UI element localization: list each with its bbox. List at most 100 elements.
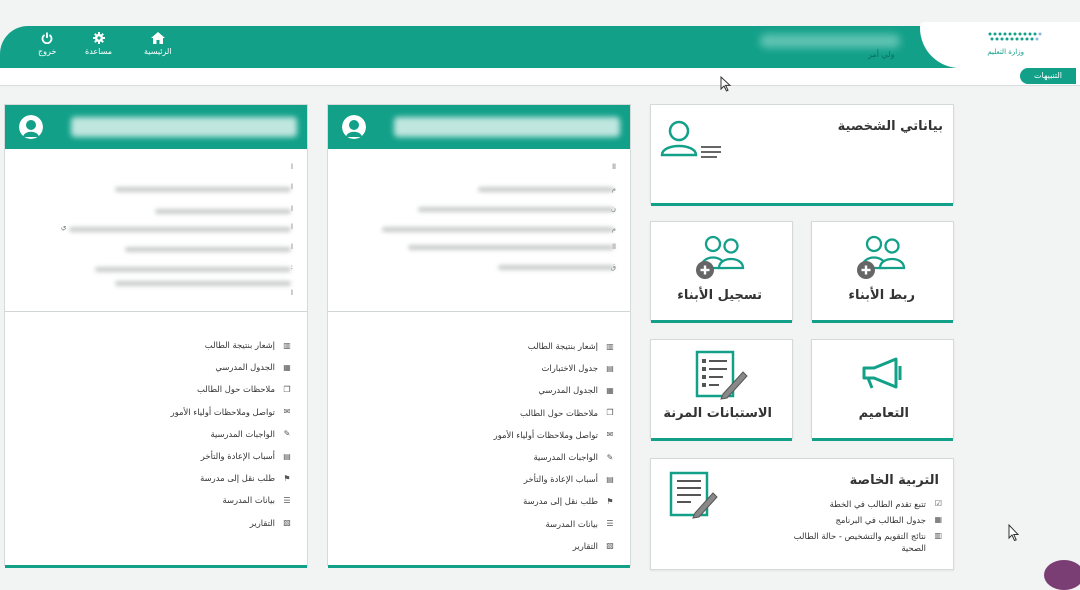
child-card-header: [5, 105, 307, 149]
link-homework[interactable]: ✎ الواجبات المدرسية: [171, 423, 293, 445]
copy-icon: ❐: [283, 384, 291, 394]
link-school-info[interactable]: ☰ بيانات المدرسة: [171, 489, 293, 511]
info-tick: ا: [291, 163, 293, 171]
user-name-blurred: [760, 34, 900, 48]
tile-register-children[interactable]: تسجيل الأبناء: [650, 221, 793, 323]
link-label: بيانات المدرسة: [222, 495, 275, 506]
link-result-notice[interactable]: ▥ إشعار بنتيجة الطالب: [171, 334, 293, 356]
tile-underline: [651, 203, 953, 206]
blurred-info: [115, 281, 291, 286]
tile-personal-data[interactable]: بياناتي الشخصية: [650, 104, 954, 206]
nav-logout-button[interactable]: خروج: [38, 32, 56, 56]
link-transfer-request[interactable]: ⚑ طلب نقل إلى مدرسة: [171, 467, 293, 489]
link-school-info[interactable]: ☰ بيانات المدرسة: [494, 513, 616, 535]
survey-form-icon: [695, 350, 748, 400]
special-ed-link-label: جدول الطالب في البرنامج: [835, 515, 926, 525]
tile-circulars-title: التعاميم: [858, 406, 909, 421]
blurred-info: [478, 187, 614, 192]
link-student-notes[interactable]: ❐ ملاحظات حول الطالب: [494, 402, 616, 424]
file-icon: ▧: [283, 518, 291, 528]
nav-logout-label: خروج: [38, 47, 57, 56]
child-card-header: [328, 105, 630, 149]
child-card-1: اا م ن م اا ق ▥إشعار بنتيجة الطالب ▤جدول…: [327, 104, 631, 568]
child-name-blurred: [71, 117, 297, 137]
tile-surveys-title: الاستبانات المرنة: [663, 406, 772, 421]
link-parent-communication[interactable]: ✉ تواصل وملاحظات أولياء الأمور: [494, 424, 616, 446]
list-icon: ▤: [606, 474, 614, 484]
nav-help-button[interactable]: مساعدة: [85, 32, 112, 56]
link-reports[interactable]: ▧ التقارير: [494, 535, 616, 557]
link-label: الجدول المدرسي: [538, 385, 598, 396]
blurred-info: [418, 207, 614, 212]
file-icon: ▧: [606, 541, 614, 551]
child-links: ▥ إشعار بنتيجة الطالب ▦ الجدول المدرسي ❐ مل…: [171, 334, 293, 534]
link-result-notice[interactable]: ▥ إشعار بنتيجة الطالب: [494, 335, 616, 357]
tile-register-children-title: تسجيل الأبناء: [677, 288, 762, 303]
special-ed-link-label: نتائج التقويم والتشخيص - حالة الطالب الص…: [793, 531, 926, 553]
nav-home-button[interactable]: الرئيسية: [144, 32, 172, 56]
link-label: جدول الاختبارات: [541, 363, 598, 374]
tile-link-children[interactable]: ربط الأبناء: [811, 221, 954, 323]
nav-home-label: الرئيسية: [144, 47, 172, 56]
special-ed-link[interactable]: ☑ تتبع تقدم الطالب في الخطة: [776, 498, 942, 510]
calendar-check-icon: ☑: [934, 499, 942, 508]
link-student-notes[interactable]: ❐ ملاحظات حول الطالب: [171, 378, 293, 400]
link-repeat-reasons[interactable]: ▤ أسباب الإعادة والتأخر: [494, 468, 616, 490]
alerts-bar: [0, 68, 1080, 86]
link-parent-communication[interactable]: ✉ تواصل وملاحظات أولياء الأمور: [171, 401, 293, 423]
tile-special-ed-title: التربية الخاصة: [849, 473, 939, 488]
logo-text: وزارة التعليم: [987, 48, 1024, 56]
link-school-schedule[interactable]: ▦ الجدول المدرسي: [171, 356, 293, 378]
info-tick: ي: [61, 223, 67, 231]
megaphone-icon: [862, 357, 902, 389]
chart-icon: ▥: [606, 341, 614, 351]
mouse-cursor-icon: [1008, 524, 1020, 542]
child-name-blurred: [394, 117, 620, 137]
card-divider: [5, 311, 307, 312]
link-label: تواصل وملاحظات أولياء الأمور: [493, 429, 598, 440]
card-underline: [328, 565, 630, 568]
card-divider: [328, 311, 630, 312]
tile-underline: [812, 320, 953, 323]
info-tick: :: [290, 263, 293, 271]
tile-underline: [651, 320, 792, 323]
link-label: الواجبات المدرسية: [210, 428, 275, 439]
link-transfer-request[interactable]: ⚑ طلب نقل إلى مدرسة: [494, 490, 616, 512]
blurred-info: [115, 187, 291, 192]
tile-underline: [812, 438, 953, 441]
link-exam-schedule[interactable]: ▤ جدول الاختبارات: [494, 357, 616, 379]
blurred-info: [69, 227, 291, 232]
tile-link-children-title: ربط الأبناء: [848, 288, 915, 303]
edit-icon: ✎: [283, 429, 291, 439]
list-icon: ☰: [283, 495, 291, 505]
link-homework[interactable]: ✎ الواجبات المدرسية: [494, 446, 616, 468]
add-children-icon: [857, 235, 906, 279]
edit-icon: ✎: [606, 452, 614, 462]
floating-widget-edge[interactable]: [1044, 560, 1080, 590]
chart-icon: ▥: [934, 531, 942, 540]
tile-personal-title: بياناتي الشخصية: [837, 119, 943, 134]
alerts-tab[interactable]: التنبيهات: [1020, 68, 1076, 84]
link-repeat-reasons[interactable]: ▤ أسباب الإعادة والتأخر: [171, 445, 293, 467]
child-avatar-icon: [19, 115, 43, 139]
link-school-schedule[interactable]: ▦ الجدول المدرسي: [494, 379, 616, 401]
info-tick: ا: [291, 205, 293, 213]
link-label: الجدول المدرسي: [215, 362, 275, 373]
tile-circulars[interactable]: التعاميم: [811, 339, 954, 441]
user-role-label: ولي أمر: [868, 50, 895, 59]
blurred-info: [382, 227, 614, 232]
special-ed-link[interactable]: ▦ جدول الطالب في البرنامج: [776, 514, 942, 526]
link-label: ملاحظات حول الطالب: [197, 384, 275, 395]
link-reports[interactable]: ▧ التقارير: [171, 512, 293, 534]
blurred-info: [155, 209, 291, 214]
child-links: ▥ إشعار بنتيجة الطالب ▤ جدول الاختبارات ▦ ا…: [494, 335, 616, 557]
child-card-2: ا ا ا ا ا : ا ي ▥ إشعار بنتيجة الطالب ▦ ال…: [4, 104, 308, 568]
info-tick: ا: [291, 243, 293, 251]
link-label: التقارير: [249, 517, 275, 528]
nav-help-label: مساعدة: [85, 47, 113, 56]
special-ed-link[interactable]: ▥ نتائج التقويم والتشخيص - حالة الطالب ال…: [776, 530, 942, 554]
tile-surveys[interactable]: الاستبانات المرنة: [650, 339, 793, 441]
mouse-cursor-icon: [720, 76, 732, 92]
copy-icon: ❐: [606, 408, 614, 418]
power-icon: [41, 32, 53, 44]
